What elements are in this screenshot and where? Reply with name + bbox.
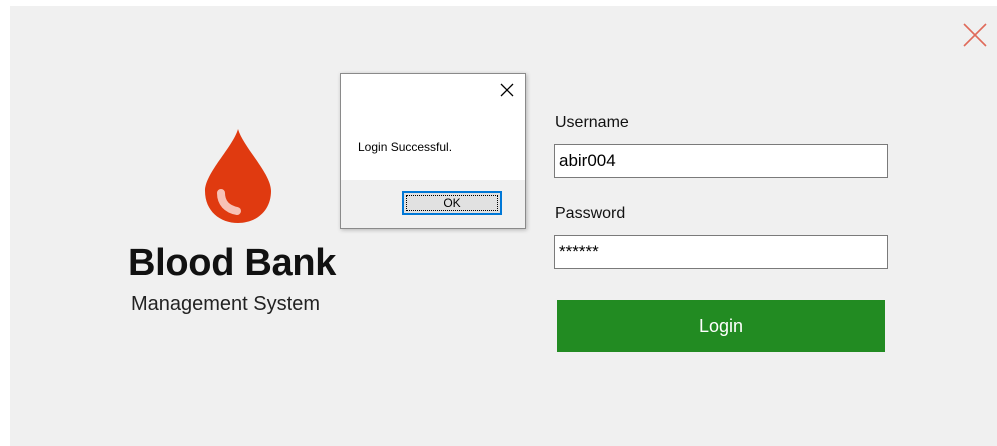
username-input[interactable] (554, 144, 888, 178)
password-label: Password (555, 205, 626, 222)
ok-button[interactable]: OK (402, 191, 502, 215)
brand-title: Blood Bank (128, 242, 337, 284)
password-input[interactable] (554, 235, 888, 269)
login-button[interactable]: Login (557, 300, 885, 352)
ok-button-label: OK (406, 195, 498, 211)
login-window: Blood Bank Management System Username Pa… (10, 6, 997, 446)
brand-subtitle: Management System (131, 293, 320, 315)
dialog-close-icon[interactable] (499, 82, 515, 98)
blood-drop-icon (205, 129, 271, 223)
dialog-footer: OK (341, 180, 525, 228)
dialog-message: Login Successful. (358, 140, 453, 154)
username-label: Username (555, 114, 629, 131)
window-close-icon[interactable] (960, 20, 990, 50)
message-dialog: Login Successful. OK (340, 73, 526, 229)
